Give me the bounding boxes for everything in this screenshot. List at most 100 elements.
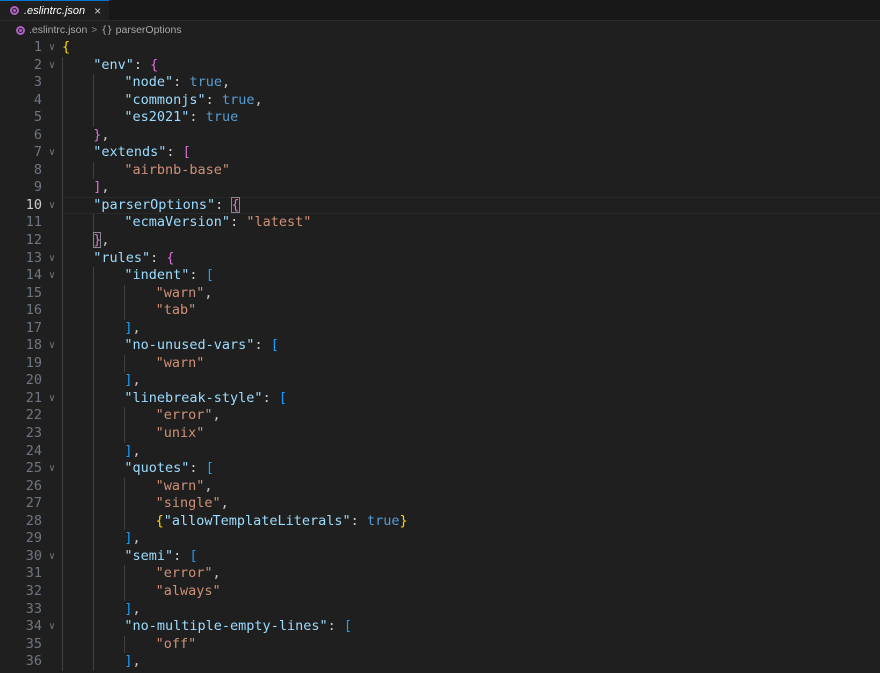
- code-line[interactable]: 3 "node": true,: [0, 74, 880, 92]
- code-line[interactable]: 10 ∨ "parserOptions": {: [0, 196, 880, 215]
- code-token: true: [189, 74, 222, 91]
- code-line[interactable]: 33],: [0, 600, 880, 619]
- code-line[interactable]: 35 "off": [0, 635, 880, 654]
- code-line[interactable]: 9],: [0, 179, 880, 197]
- line-number: 35: [25, 635, 42, 652]
- code-token: [: [343, 618, 352, 635]
- line-number: 15: [25, 284, 42, 301]
- indent-guide: [93, 267, 95, 285]
- code-line[interactable]: 2 ∨ "env": {: [0, 56, 880, 75]
- object-symbol-icon: {}: [101, 24, 113, 36]
- code-line[interactable]: 13 ∨ "rules": {: [0, 249, 880, 268]
- code-line[interactable]: 30 ∨ "semi": [: [0, 547, 880, 566]
- line-number: 30: [25, 547, 42, 564]
- code-content: "commonjs": true,: [62, 91, 880, 110]
- editor-tab[interactable]: .eslintrc.json ×: [0, 0, 110, 20]
- breadcrumb-file[interactable]: .eslintrc.json: [16, 24, 87, 36]
- code-line[interactable]: 32 "always": [0, 582, 880, 601]
- code-token: ,: [132, 442, 141, 459]
- indent-guide: [62, 530, 63, 548]
- indent-guide: [93, 389, 95, 408]
- code-line[interactable]: 18 ∨ "no-unused-vars": [: [0, 337, 880, 355]
- code-line[interactable]: 29],: [0, 530, 880, 548]
- fold-chevron-icon[interactable]: ∨: [42, 197, 62, 215]
- code-token: {: [62, 39, 71, 55]
- indent-guide: [93, 477, 95, 496]
- code-line[interactable]: 36],: [0, 653, 880, 671]
- code-line[interactable]: 25 ∨ "quotes": [: [0, 460, 880, 478]
- code-content: "unix": [62, 425, 880, 443]
- code-token: true: [205, 109, 239, 126]
- code-line[interactable]: 23 "unix": [0, 425, 880, 443]
- code-content: "always": [62, 582, 880, 601]
- fold-chevron-icon[interactable]: ∨: [42, 337, 62, 355]
- indent-guide: [124, 635, 126, 654]
- close-icon[interactable]: ×: [94, 4, 101, 18]
- code-line[interactable]: 24],: [0, 442, 880, 461]
- code-line[interactable]: 20],: [0, 372, 880, 390]
- fold-chevron-icon[interactable]: ∨: [42, 618, 62, 636]
- code-content: "linebreak-style": [: [62, 389, 880, 408]
- code-content: "semi": [: [62, 547, 880, 566]
- line-number: 13: [25, 249, 42, 266]
- code-token: ]: [124, 653, 133, 670]
- line-number: 14: [25, 267, 42, 284]
- code-line[interactable]: 19 "warn": [0, 354, 880, 373]
- line-number: 8: [33, 161, 42, 178]
- indent-guide: [93, 109, 95, 127]
- fold-chevron-icon[interactable]: ∨: [42, 267, 62, 285]
- code-content: "ecmaVersion": "latest": [62, 214, 880, 233]
- fold-gutter: [42, 495, 62, 513]
- code-content: "env": {: [62, 56, 880, 75]
- code-line[interactable]: 26 "warn",: [0, 477, 880, 496]
- fold-chevron-icon[interactable]: ∨: [42, 57, 62, 75]
- code-token: [: [278, 389, 287, 406]
- code-line[interactable]: 4 "commonjs": true,: [0, 91, 880, 110]
- code-line[interactable]: 15 "warn",: [0, 284, 880, 303]
- fold-chevron-icon[interactable]: ∨: [42, 390, 62, 408]
- code-line[interactable]: 8 "airbnb-base": [0, 161, 880, 180]
- code-line[interactable]: 5 "es2021": true: [0, 109, 880, 127]
- indent-guide: [93, 91, 95, 110]
- line-number: 10: [25, 196, 42, 213]
- fold-gutter: [42, 285, 62, 303]
- code-line[interactable]: 6},: [0, 126, 880, 145]
- indent-guide: [93, 161, 95, 180]
- indent-guide: [124, 302, 126, 320]
- code-token: "parserOptions": [93, 196, 216, 213]
- indent-guide: [93, 337, 95, 355]
- indent-guide: [93, 653, 95, 671]
- code-token: "ecmaVersion": [124, 214, 231, 231]
- code-editor[interactable]: 1 ∨{2 ∨ "env": {3 "node": true, 4 "commonjs": …: [0, 39, 880, 671]
- code-line[interactable]: 11 "ecmaVersion": "latest": [0, 214, 880, 233]
- code-content: ],: [62, 530, 880, 548]
- fold-gutter: [42, 74, 62, 92]
- code-content: {: [62, 39, 880, 57]
- code-line[interactable]: 34 ∨ "no-multiple-empty-lines": [: [0, 618, 880, 636]
- code-line[interactable]: 27 "single",: [0, 495, 880, 513]
- code-token: :: [262, 389, 279, 406]
- fold-chevron-icon[interactable]: ∨: [42, 144, 62, 162]
- fold-chevron-icon[interactable]: ∨: [42, 460, 62, 478]
- fold-gutter: [42, 355, 62, 373]
- breadcrumb-symbol[interactable]: {} parserOptions: [101, 24, 181, 36]
- tab-bar: .eslintrc.json ×: [0, 0, 880, 21]
- fold-chevron-icon[interactable]: ∨: [42, 548, 62, 566]
- code-line[interactable]: 17],: [0, 319, 880, 338]
- code-line[interactable]: 28 {"allowTemplateLiterals": true}: [0, 512, 880, 531]
- code-line[interactable]: 31 "error",: [0, 565, 880, 583]
- fold-chevron-icon[interactable]: ∨: [42, 250, 62, 268]
- code-line[interactable]: 12},: [0, 232, 880, 250]
- code-line[interactable]: 16 "tab": [0, 302, 880, 320]
- code-line[interactable]: 14 ∨ "indent": [: [0, 267, 880, 285]
- code-line[interactable]: 1 ∨{: [0, 39, 880, 57]
- line-number: 23: [25, 425, 42, 442]
- code-line[interactable]: 21 ∨ "linebreak-style": [: [0, 389, 880, 408]
- code-token: "warn": [155, 477, 205, 494]
- code-line[interactable]: 7 ∨ "extends": [: [0, 144, 880, 162]
- fold-chevron-icon[interactable]: ∨: [42, 39, 62, 57]
- code-line[interactable]: 22 "error",: [0, 407, 880, 426]
- code-content: {"allowTemplateLiterals": true}: [62, 512, 880, 531]
- code-token: "single": [155, 495, 221, 512]
- code-token: "es2021": [124, 109, 190, 126]
